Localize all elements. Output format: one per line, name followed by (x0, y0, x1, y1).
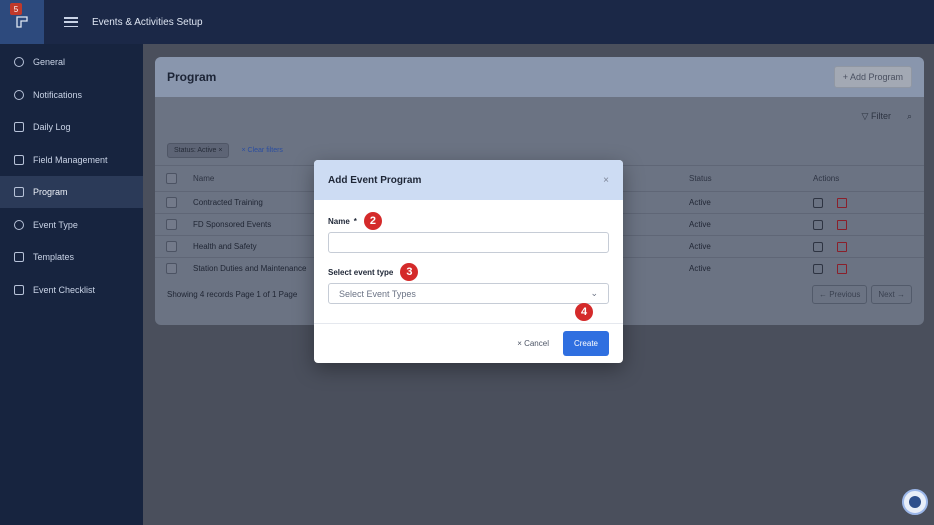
top-bar: 5 Events & Activities Setup (0, 0, 934, 44)
name-input[interactable] (328, 232, 609, 253)
sidebar-item-event-type[interactable]: Event Type (0, 209, 143, 241)
previous-button[interactable]: ← Previous (811, 284, 868, 304)
row-status: Active (689, 220, 711, 229)
sidebar-item-label: Field Management (33, 154, 108, 165)
event-type-label: Select event type 3 (328, 263, 609, 281)
add-event-program-modal: Add Event Program × Name * 2 Select even… (314, 160, 623, 363)
checklist-icon (14, 284, 24, 295)
sidebar-item-event-checklist[interactable]: Event Checklist (0, 274, 143, 306)
row-checkbox[interactable] (166, 263, 177, 274)
archive-icon[interactable] (837, 219, 847, 230)
event-type-select[interactable]: Select Event Types ⌄ (328, 283, 609, 304)
log-icon (14, 122, 24, 132)
card-title: Program (167, 70, 217, 84)
sidebar-item-field-management[interactable]: Field Management (0, 144, 143, 176)
clear-filters-link[interactable]: × Clear filters (241, 147, 282, 154)
sidebar-item-label: Notifications (33, 89, 83, 100)
file-icon (14, 252, 24, 262)
name-label: Name * 2 (328, 212, 609, 230)
chevron-down-icon: ⌄ (590, 288, 598, 298)
list-icon (14, 154, 24, 165)
gear-icon (14, 57, 24, 67)
hamburger-menu-icon[interactable] (64, 17, 78, 27)
status-filter-chip[interactable]: Status: Active × (167, 142, 230, 158)
filter-icon: ▽ (861, 110, 871, 121)
filter-button[interactable]: ▽ Filter (862, 111, 891, 122)
create-button[interactable]: Create (562, 331, 609, 356)
app-logo[interactable]: 5 (0, 0, 44, 44)
sidebar-item-label: Event Checklist (33, 284, 96, 295)
edit-icon[interactable] (813, 241, 823, 252)
logo-icon (16, 16, 28, 28)
modal-header: Add Event Program × (314, 160, 623, 200)
archive-icon[interactable] (837, 263, 847, 274)
archive-icon[interactable] (837, 197, 847, 208)
sidebar-item-program[interactable]: Program (0, 176, 143, 208)
cancel-button[interactable]: × Cancel (517, 339, 549, 348)
bell-icon (14, 89, 24, 100)
notification-badge: 5 (10, 3, 22, 15)
modal-title: Add Event Program (328, 174, 422, 186)
archive-icon[interactable] (837, 241, 847, 252)
sidebar-item-label: General (33, 57, 66, 67)
page-title: Events & Activities Setup (92, 16, 203, 28)
records-summary: Showing 4 records Page 1 of 1 Page (167, 289, 298, 299)
close-icon[interactable]: × (218, 147, 222, 154)
required-marker: * (353, 216, 357, 226)
row-checkbox[interactable] (166, 219, 177, 230)
sidebar-item-label: Event Type (33, 219, 78, 230)
column-header-actions: Actions (813, 174, 840, 183)
next-button[interactable]: Next → (871, 284, 912, 304)
edit-icon[interactable] (813, 197, 823, 208)
edit-icon[interactable] (813, 263, 823, 274)
sidebar-item-notifications[interactable]: Notifications (0, 79, 143, 111)
sidebar-item-label: Templates (33, 252, 75, 262)
row-checkbox[interactable] (166, 241, 177, 252)
add-program-button[interactable]: + Add Program (833, 66, 912, 88)
avatar-icon (909, 496, 921, 508)
row-status: Active (689, 242, 711, 251)
select-all-checkbox[interactable] (166, 173, 177, 184)
folder-icon (14, 187, 24, 197)
sidebar-item-daily-log[interactable]: Daily Log (0, 111, 143, 143)
close-icon[interactable]: × (603, 175, 609, 186)
step-marker-4: 4 (575, 303, 593, 321)
row-status: Active (689, 264, 711, 273)
modal-body: Name * 2 Select event type 3 Select Even… (314, 200, 623, 304)
sidebar-item-templates[interactable]: Templates (0, 241, 143, 273)
search-icon[interactable]: ⌕ (907, 111, 912, 122)
row-status: Active (689, 198, 711, 207)
sidebar-item-label: Daily Log (33, 122, 71, 132)
modal-footer: × Cancel Create (314, 323, 623, 363)
assistant-avatar[interactable] (902, 489, 928, 515)
pagination: ← Previous Next → (811, 284, 912, 304)
card-header: Program + Add Program (155, 57, 924, 97)
column-header-status: Status (689, 174, 712, 183)
edit-icon[interactable] (813, 219, 823, 230)
step-marker-3: 3 (400, 263, 419, 281)
row-checkbox[interactable] (166, 197, 177, 208)
step-marker-2: 2 (363, 212, 382, 230)
tag-icon (14, 219, 24, 230)
sidebar-item-general[interactable]: General (0, 46, 143, 78)
select-placeholder: Select Event Types (339, 288, 416, 299)
filter-row: ▽ Filter ⌕ (155, 97, 924, 135)
sidebar-item-label: Program (33, 187, 68, 197)
sidebar: General Notifications Daily Log Field Ma… (0, 44, 143, 525)
